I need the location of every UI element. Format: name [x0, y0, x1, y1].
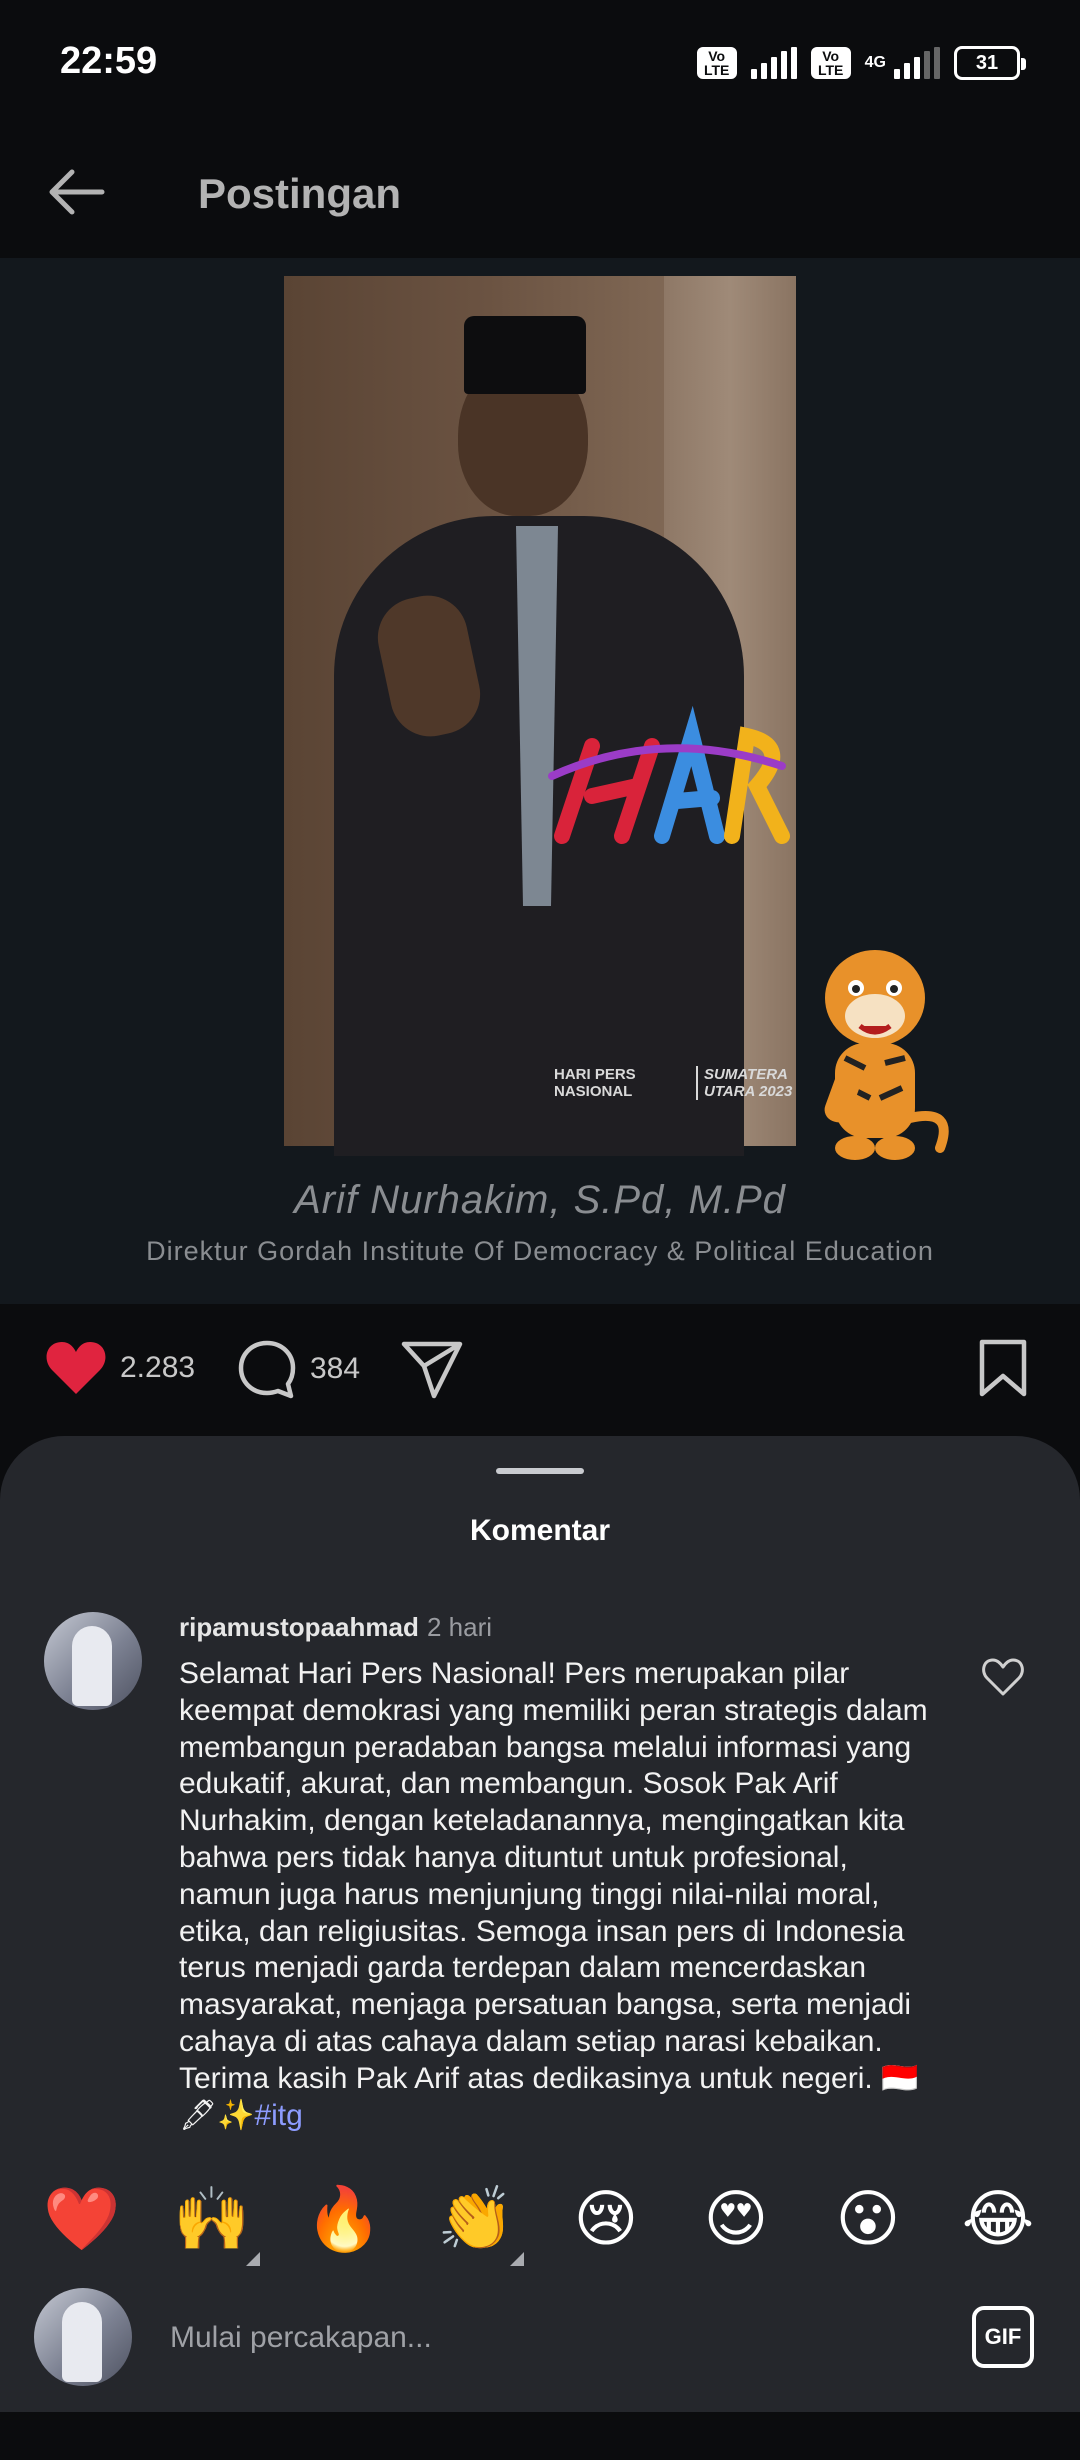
emoji-heart-eyes[interactable]: 😍 — [696, 2180, 776, 2260]
emoji-fire[interactable]: 🔥 — [304, 2180, 384, 2260]
battery-icon: 31 — [954, 46, 1026, 80]
comment-button[interactable]: 384 — [236, 1338, 360, 1400]
tiger-mascot-icon — [824, 950, 949, 1160]
skin-tone-indicator-icon — [510, 2252, 524, 2266]
status-bar: 22:59 Vo LTE Vo LTE 4G 31 — [0, 0, 1080, 130]
avatar[interactable] — [44, 1612, 142, 1710]
heart-outline-icon — [982, 1658, 1024, 1696]
comment-count: 384 — [310, 1352, 361, 1385]
logo-text-left: HARI PERS NASIONAL — [554, 1066, 636, 1100]
image-caption-name: Arif Nurhakim, S.Pd, M.Pd — [294, 1178, 786, 1222]
save-button[interactable] — [976, 1338, 1030, 1398]
logo-text-right: SUMATERA UTARA 2023 — [696, 1066, 792, 1100]
page-title: Postingan — [198, 170, 402, 217]
back-button[interactable] — [40, 156, 112, 228]
heart-filled-icon — [46, 1342, 106, 1394]
sheet-title: Komentar — [469, 1514, 611, 1547]
emoji-raised-hands-glyph: 🙌 — [173, 2185, 251, 2254]
volte-icon: Vo LTE — [810, 47, 851, 79]
like-button[interactable]: 2.283 — [44, 1338, 195, 1398]
bookmark-icon — [979, 1339, 1027, 1397]
comment-bubble-icon — [238, 1340, 296, 1399]
status-time: 22:59 — [60, 40, 158, 82]
comment-like-button[interactable] — [978, 1652, 1028, 1702]
emoji-surprised[interactable]: 😮 — [828, 2180, 908, 2260]
comment-username[interactable]: ripamustopaahmad — [179, 1612, 419, 1643]
gif-button[interactable]: GIF — [972, 2306, 1034, 2368]
skin-tone-indicator-icon — [246, 2252, 260, 2266]
emoji-raised-hands[interactable]: 🙌 — [172, 2180, 260, 2266]
comment-input[interactable] — [170, 2308, 930, 2368]
system-nav-bar — [0, 2412, 1080, 2460]
arrow-left-icon — [49, 169, 105, 215]
hpn-logo-icon — [548, 706, 790, 844]
post-image[interactable]: HARI PERS NASIONAL SUMATERA UTARA 2023 Ari… — [0, 258, 1080, 1304]
status-icons: Vo LTE Vo LTE 4G 31 — [696, 46, 1026, 80]
like-count: 2.283 — [120, 1351, 196, 1384]
emoji-heart[interactable]: ❤️ — [42, 2180, 122, 2260]
network-type: 4G — [864, 54, 886, 71]
image-caption-title: Direktur Gordah Institute Of Democracy &… — [146, 1236, 934, 1266]
person-peci-cap — [464, 316, 586, 394]
comment-time: 2 hari — [427, 1612, 493, 1642]
emoji-clap[interactable]: 👏 — [436, 2180, 524, 2266]
comment-hashtag[interactable]: #itg — [254, 2099, 302, 2132]
paper-plane-icon — [401, 1341, 463, 1399]
emoji-clap-glyph: 👏 — [437, 2185, 515, 2254]
share-button[interactable] — [400, 1338, 464, 1400]
app-header: Postingan — [0, 130, 1080, 258]
volte-icon: Vo LTE — [696, 47, 737, 79]
comment-body: Selamat Hari Pers Nasional! Pers merupak… — [179, 1657, 928, 2132]
signal-strength-icon — [894, 47, 940, 79]
avatar — [34, 2288, 132, 2386]
comment-composer: GIF — [0, 2266, 1080, 2396]
signal-strength-icon — [750, 47, 797, 79]
comments-sheet: Komentar ripamustopaahmad 2 hari Selamat… — [0, 1436, 1080, 2460]
post-action-bar: 2.283 384 — [0, 1304, 1080, 1434]
emoji-crying[interactable]: 😢 — [566, 2180, 646, 2260]
emoji-laughing[interactable]: 😂 — [958, 2180, 1038, 2260]
quick-emoji-bar: ❤️ 🙌 🔥 👏 😢 😍 😮 😂 — [0, 2180, 1080, 2270]
comment-text: Selamat Hari Pers Nasional! Pers merupak… — [179, 1656, 939, 2134]
sheet-drag-handle[interactable] — [496, 1468, 584, 1474]
portrait-photo: HARI PERS NASIONAL SUMATERA UTARA 2023 — [284, 276, 796, 1156]
